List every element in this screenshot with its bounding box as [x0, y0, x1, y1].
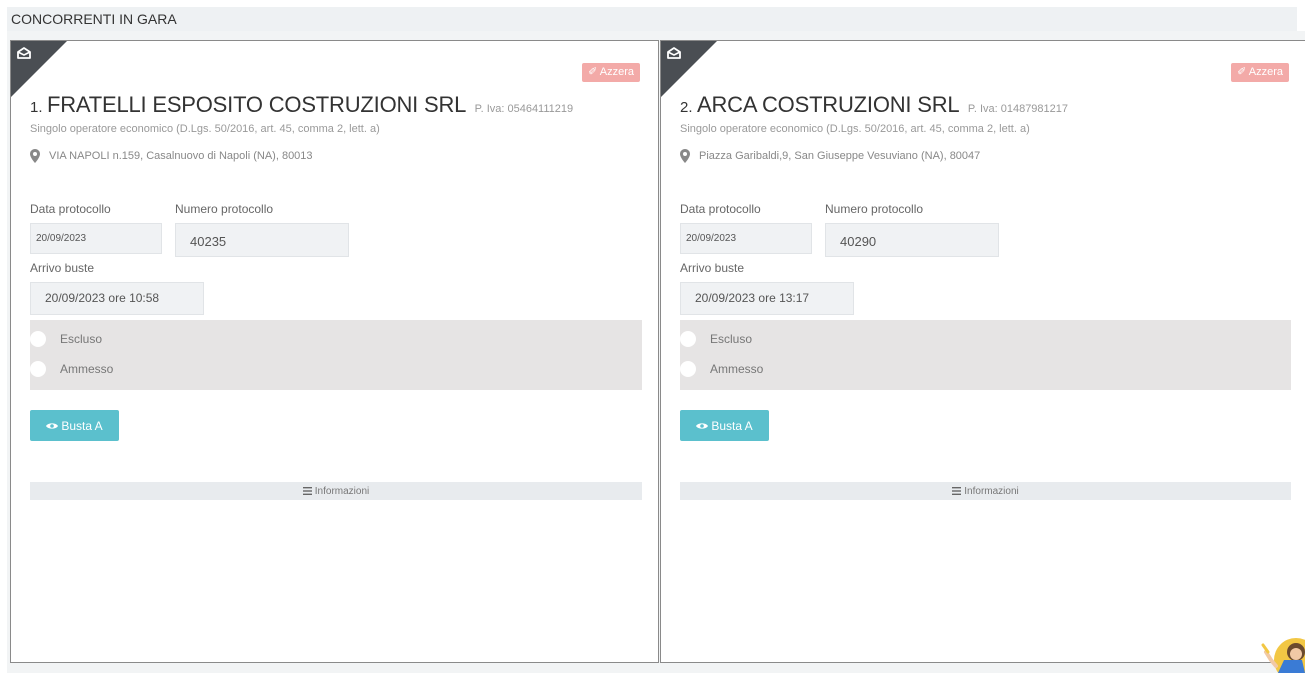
arrivo-buste-label: Arrivo buste [680, 261, 745, 275]
radio-escluso[interactable]: Escluso [30, 331, 102, 347]
competitor-piva: P. Iva: 05464111219 [474, 103, 574, 115]
bars-icon [302, 487, 312, 495]
eraser-icon: ✐ [588, 66, 598, 78]
competitor-type: Singolo operatore economico (D.Lgs. 50/2… [680, 123, 1030, 135]
eye-icon [46, 422, 59, 429]
competitor-name: ARCA COSTRUZIONI SRL [696, 92, 960, 117]
competitor-title: 1. FRATELLI ESPOSITO COSTRUZIONI SRL P. … [30, 92, 573, 118]
arrivo-buste-field[interactable]: 20/09/2023 ore 13:17 [680, 282, 854, 315]
arrivo-buste-field[interactable]: 20/09/2023 ore 10:58 [30, 282, 204, 315]
busta-a-button[interactable]: Busta A [30, 410, 119, 441]
competitor-name: FRATELLI ESPOSITO COSTRUZIONI SRL [46, 92, 467, 117]
radio-ammesso[interactable]: Ammesso [680, 361, 763, 377]
reset-button[interactable]: ✐ Azzera [1231, 63, 1289, 82]
radio-circle[interactable] [680, 361, 696, 377]
admission-radio-group: Escluso Ammesso [680, 320, 1291, 390]
section-title: CONCORRENTI IN GARA [7, 7, 1297, 31]
numero-protocollo-label: Numero protocollo [825, 202, 924, 216]
competitor-card-1: ✐ Azzera 1. FRATELLI ESPOSITO COSTRUZION… [10, 40, 659, 663]
data-protocollo-label: Data protocollo [680, 202, 761, 216]
data-protocollo-label: Data protocollo [30, 202, 111, 216]
competitor-index: 2. [680, 99, 693, 116]
map-marker-icon [30, 149, 40, 163]
radio-circle[interactable] [680, 331, 696, 347]
radio-ammesso[interactable]: Ammesso [30, 361, 113, 377]
competitor-address: Piazza Garibaldi,9, San Giuseppe Vesuvia… [680, 149, 980, 163]
assistant-avatar-icon[interactable] [1258, 630, 1305, 673]
data-protocollo-field[interactable]: 20/09/2023 [680, 223, 812, 254]
numero-protocollo-label: Numero protocollo [175, 202, 274, 216]
eye-icon [696, 422, 709, 429]
numero-protocollo-field[interactable]: 40290 [825, 223, 999, 257]
competitor-card-2: ✐ Azzera 2. ARCA COSTRUZIONI SRL P. Iva:… [660, 40, 1305, 663]
arrivo-buste-label: Arrivo buste [30, 261, 95, 275]
informazioni-toggle[interactable]: Informazioni [30, 482, 642, 500]
map-marker-icon [680, 149, 690, 163]
competitor-piva: P. Iva: 01487981217 [967, 103, 1069, 115]
envelope-open-icon [667, 47, 681, 59]
admission-radio-group: Escluso Ammesso [30, 320, 642, 390]
reset-button[interactable]: ✐ Azzera [582, 63, 640, 82]
numero-protocollo-field[interactable]: 40235 [175, 223, 349, 257]
radio-escluso[interactable]: Escluso [680, 331, 752, 347]
radio-circle[interactable] [30, 331, 46, 347]
competitor-index: 1. [30, 99, 43, 116]
data-protocollo-field[interactable]: 20/09/2023 [30, 223, 162, 254]
envelope-open-icon [17, 47, 31, 59]
bars-icon [952, 487, 962, 495]
eraser-icon: ✐ [1237, 66, 1247, 78]
radio-circle[interactable] [30, 361, 46, 377]
competitor-address: VIA NAPOLI n.159, Casalnuovo di Napoli (… [30, 149, 313, 163]
informazioni-toggle[interactable]: Informazioni [680, 482, 1291, 500]
busta-a-button[interactable]: Busta A [680, 410, 769, 441]
competitor-type: Singolo operatore economico (D.Lgs. 50/2… [30, 123, 380, 135]
competitor-title: 2. ARCA COSTRUZIONI SRL P. Iva: 01487981… [680, 92, 1068, 118]
